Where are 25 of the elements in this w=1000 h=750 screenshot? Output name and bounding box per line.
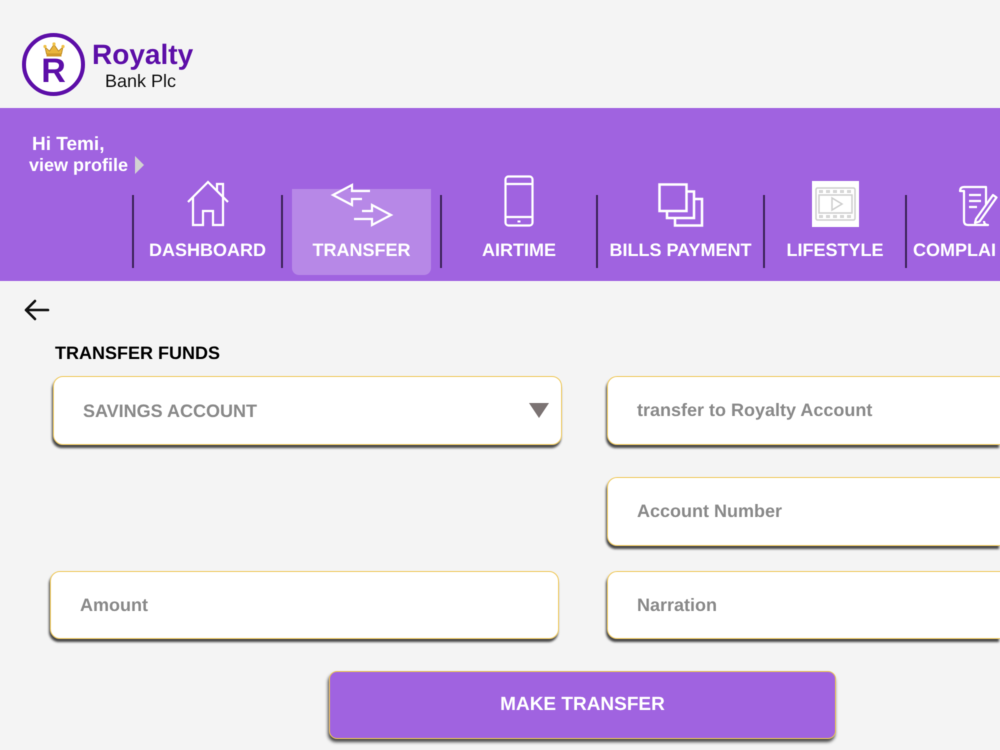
nav-tab[interactable]: AIRTIME bbox=[451, 175, 587, 275]
caret-icon bbox=[135, 156, 144, 174]
form-title: TRANSFER FUNDS bbox=[55, 342, 220, 364]
amount-field[interactable]: Amount bbox=[50, 571, 559, 639]
film-play-icon bbox=[812, 181, 858, 227]
house-icon bbox=[186, 179, 230, 227]
nav-tab[interactable]: LIFESTYLE bbox=[774, 175, 896, 275]
back-arrow-icon[interactable] bbox=[23, 298, 50, 322]
greeting-text: Hi Temi, bbox=[32, 135, 104, 155]
make-transfer-button[interactable]: MAKE TRANSFER bbox=[329, 671, 836, 739]
brand-name: Royalty bbox=[92, 39, 194, 71]
brand-subtitle: Bank Plc bbox=[105, 71, 176, 91]
crown-icon bbox=[42, 42, 64, 57]
nav-tab[interactable]: BILLS PAYMENT bbox=[607, 175, 754, 275]
phone-icon bbox=[504, 175, 534, 227]
view-profile-link[interactable]: view profile bbox=[29, 155, 144, 175]
account-dropdown[interactable]: SAVINGS ACCOUNT bbox=[53, 376, 562, 445]
nav-tab[interactable]: DASHBOARD bbox=[143, 175, 272, 275]
account-number-field[interactable]: Account Number bbox=[607, 477, 1000, 546]
caret-icon bbox=[529, 403, 549, 418]
logo-letter: R bbox=[41, 56, 66, 86]
transfer-type-field[interactable]: transfer to Royalty Account bbox=[607, 376, 1000, 445]
stacked-squares-icon bbox=[658, 183, 704, 227]
nav-tab[interactable]: COMPLAI bbox=[913, 175, 1000, 275]
narration-field[interactable]: Narration bbox=[607, 571, 1000, 639]
